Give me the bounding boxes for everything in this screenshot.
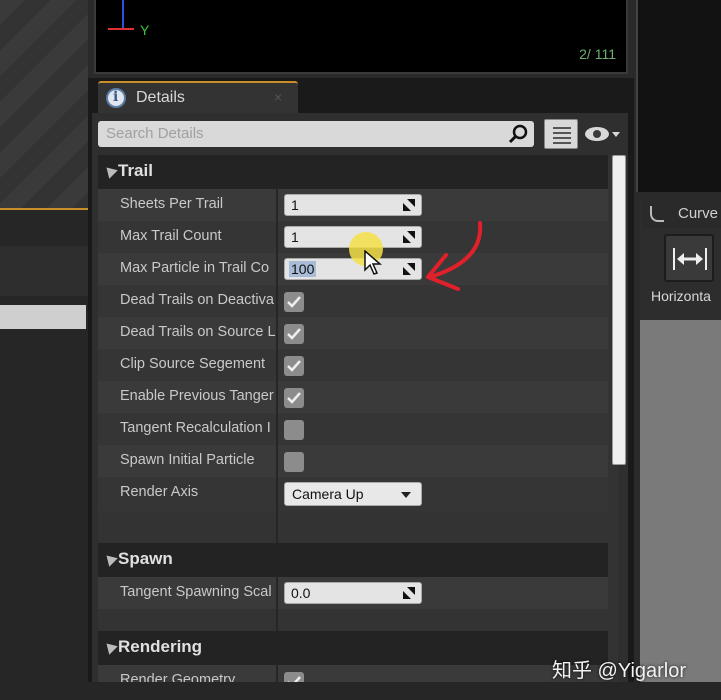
prop-row-enable-previous-tangent: Enable Previous Tanger [98, 381, 608, 413]
prop-label: Clip Source Segement [120, 356, 266, 372]
horizontal-fit-button[interactable] [664, 234, 714, 282]
right-viewport [636, 0, 721, 192]
prop-label: Tangent Recalculation I [120, 420, 271, 436]
category-label: Trail [118, 161, 153, 180]
curve-icon [650, 206, 664, 222]
category-label: Rendering [118, 637, 203, 656]
check-icon [287, 392, 301, 404]
prop-label: Max Trail Count [120, 228, 222, 244]
collapse-arrow-icon [102, 551, 118, 567]
category-spawn[interactable]: Spawn [98, 543, 608, 577]
axis-label: Y [140, 22, 150, 38]
search-input[interactable]: Search Details [98, 121, 534, 147]
horizontal-button-label: Horizonta [651, 288, 711, 304]
spin-arrows-icon[interactable] [403, 263, 415, 275]
vertical-scrollbar[interactable] [612, 155, 626, 465]
prop-label: Spawn Initial Particle [120, 452, 255, 468]
left-viewport[interactable] [0, 0, 88, 210]
list-view-button[interactable] [544, 119, 578, 149]
tab-title: Details [136, 89, 185, 106]
clip-source-segment-checkbox[interactable] [284, 356, 304, 376]
dropdown-value: Camera Up [292, 486, 364, 502]
field-value: 0.0 [291, 585, 311, 601]
prop-label: Dead Trails on Deactiva [120, 292, 274, 308]
spin-arrows-icon[interactable] [403, 231, 415, 243]
category-rendering[interactable]: Rendering [98, 631, 608, 665]
details-panel: Details × Search Details Trail [88, 78, 634, 700]
prop-label: Enable Previous Tanger [120, 388, 274, 404]
prop-label: Render Axis [120, 484, 199, 500]
tab-curve[interactable]: Curve [642, 200, 721, 228]
prop-label: Max Particle in Trail Co [120, 260, 270, 276]
left-panel [0, 0, 88, 700]
dead-trails-on-deactivate-checkbox[interactable] [284, 292, 304, 312]
prop-row-dead-trails-on-source-loss: Dead Trails on Source L [98, 317, 608, 349]
collapse-arrow-icon [102, 639, 118, 655]
prop-row-clip-source-segment: Clip Source Segement [98, 349, 608, 381]
mouse-cursor-icon [364, 250, 382, 275]
prop-row-sheets-per-trail: Sheets Per Trail 1 [98, 189, 608, 221]
spin-arrows-icon[interactable] [403, 587, 415, 599]
collapse-arrow-icon [102, 163, 118, 179]
search-icon[interactable] [508, 123, 530, 145]
dead-trails-on-source-loss-checkbox[interactable] [284, 324, 304, 344]
prop-label: Sheets Per Trail [120, 196, 224, 212]
spin-arrows-icon[interactable] [403, 199, 415, 211]
x-axis-gizmo [108, 28, 134, 30]
info-icon [106, 88, 126, 108]
spawn-initial-particle-checkbox[interactable] [284, 452, 304, 472]
chevron-down-icon [401, 492, 411, 498]
tab-details[interactable]: Details × [98, 81, 298, 113]
particle-preview-viewport[interactable]: Y 2/ 111 [94, 0, 628, 74]
prop-row-dead-trails-on-deactivate: Dead Trails on Deactiva [98, 285, 608, 317]
frame-counter: 2/ 111 [579, 46, 616, 62]
search-placeholder: Search Details [106, 125, 204, 142]
left-input-strip[interactable] [0, 305, 86, 329]
eye-icon[interactable] [582, 121, 624, 147]
red-arrow-annotation [426, 221, 483, 291]
chevron-down-icon [612, 132, 620, 137]
prop-row-tangent-spawning-scale: Tangent Spawning Scal 0.0 [98, 577, 608, 609]
category-label: Spawn [118, 549, 173, 568]
curve-editor-area[interactable] [640, 320, 721, 700]
prop-row-render-axis: Render Axis Camera Up [98, 477, 608, 511]
watermark: 知乎 @Yigarlor [552, 660, 687, 682]
field-value: 1 [291, 197, 299, 213]
max-particle-in-trail-field[interactable]: 100 [284, 258, 422, 280]
check-icon [287, 296, 301, 308]
y-axis-gizmo [122, 0, 124, 30]
details-body: Search Details Trail Sheets Per Trail 1 … [92, 113, 628, 700]
category-trail[interactable]: Trail [98, 155, 608, 189]
tangent-recalculation-checkbox[interactable] [284, 420, 304, 440]
field-value: 100 [289, 261, 317, 277]
horizontal-arrows-icon [673, 248, 707, 270]
check-icon [287, 328, 301, 340]
prop-row-tangent-recalculation: Tangent Recalculation I [98, 413, 608, 445]
enable-previous-tangent-checkbox[interactable] [284, 388, 304, 408]
prop-row-spawn-initial-particle: Spawn Initial Particle [98, 445, 608, 477]
tangent-spawning-scale-field[interactable]: 0.0 [284, 582, 422, 604]
render-axis-dropdown[interactable]: Camera Up [284, 482, 422, 506]
close-icon[interactable]: × [274, 89, 282, 105]
bottom-bar [0, 682, 721, 700]
tab-label: Curve [678, 205, 719, 222]
prop-label: Tangent Spawning Scal [120, 584, 272, 600]
left-toolbar [0, 246, 88, 296]
sheets-per-trail-field[interactable]: 1 [284, 194, 422, 216]
prop-label: Dead Trails on Source L [120, 324, 276, 340]
check-icon [287, 360, 301, 372]
field-value: 1 [291, 229, 299, 245]
list-view-icon [553, 127, 571, 129]
